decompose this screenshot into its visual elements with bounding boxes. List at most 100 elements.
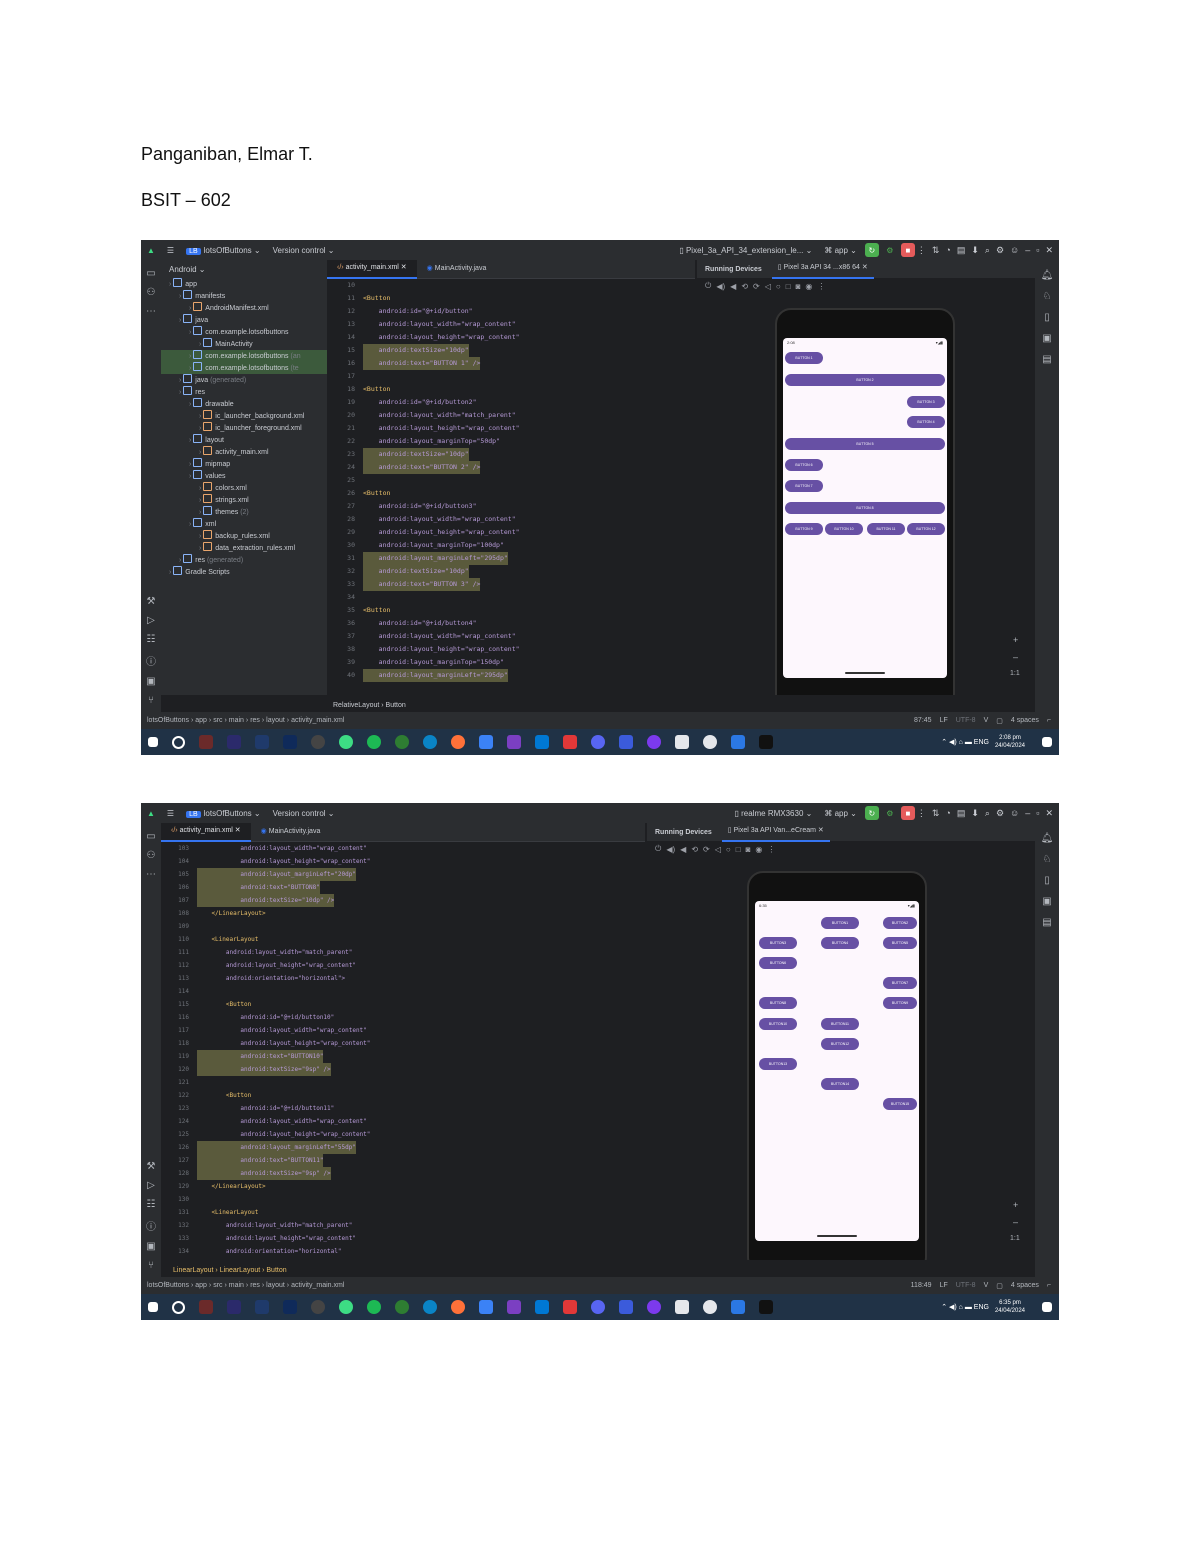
stop-icon[interactable]: ■ — [900, 243, 915, 257]
maximize-icon[interactable]: ▫ — [1036, 245, 1039, 256]
tree-item[interactable]: › com.example.lotsofbuttons — [161, 326, 327, 338]
emulator-button[interactable]: BUTTON 5 — [785, 438, 945, 450]
emulator-button[interactable]: BUTTON5 — [883, 937, 917, 949]
windows-start-icon[interactable] — [148, 1302, 158, 1312]
premiere-icon[interactable] — [227, 1300, 241, 1314]
emulator-button[interactable]: BUTTON15 — [883, 1098, 917, 1110]
sync-icon[interactable]: ⇅ — [932, 245, 940, 256]
gradle-icon[interactable]: ♘ — [1043, 854, 1052, 865]
path-segment[interactable]: app — [195, 717, 207, 724]
power-icon[interactable]: ⏻ — [655, 844, 661, 854]
more-device-icon[interactable]: ⋮ — [767, 845, 775, 854]
rerun-icon[interactable]: ↻ — [864, 243, 879, 257]
rotate-right-icon[interactable]: ⟳ — [703, 845, 710, 854]
line-separator[interactable]: LF — [940, 1282, 948, 1289]
file-encoding[interactable]: UTF-8 — [956, 717, 976, 724]
tree-item[interactable]: › colors.xml — [161, 482, 327, 494]
project-view-selector[interactable]: Android ⌄ — [161, 260, 327, 278]
sdk-manager-icon[interactable]: ⬇ — [971, 808, 979, 819]
vim-icon[interactable]: V — [984, 1282, 989, 1289]
device-explorer-icon[interactable]: ▤ — [1042, 917, 1051, 928]
path-segment[interactable]: main — [229, 1282, 244, 1289]
code-line[interactable]: 109 — [161, 920, 645, 933]
search-icon[interactable]: ⌕ — [985, 808, 990, 819]
more-tools-icon[interactable]: ⋯ — [146, 869, 156, 880]
notification-center-icon[interactable] — [1042, 1302, 1052, 1312]
emulator-button[interactable]: BUTTON13 — [759, 1058, 797, 1070]
account-icon[interactable]: ☺ — [1010, 808, 1019, 819]
emulator-button[interactable]: BUTTON 6 — [785, 459, 823, 471]
overview-icon[interactable]: □ — [786, 282, 791, 291]
clock[interactable]: 2:08 pm 24/04/2024 — [995, 734, 1025, 750]
edge-icon[interactable] — [423, 1300, 437, 1314]
commit-tool-icon[interactable]: ⚇ — [147, 287, 156, 298]
code-line[interactable]: 133 android:layout_height="wrap_content" — [161, 1232, 645, 1245]
editor-breadcrumb[interactable]: LinearLayout › LinearLayout › Button — [167, 1264, 287, 1277]
emulator-button[interactable]: BUTTON 11 — [867, 523, 905, 535]
overview-icon[interactable]: □ — [736, 845, 741, 854]
emulator-button[interactable]: BUTTON4 — [821, 937, 859, 949]
sdk-manager-icon[interactable]: ⬇ — [971, 245, 979, 256]
minimize-icon[interactable]: – — [1025, 808, 1030, 819]
app-icon-3[interactable] — [619, 1300, 633, 1314]
path-segment[interactable]: layout — [266, 1282, 285, 1289]
code-line[interactable]: 113 android:orientation="horizontal"> — [161, 972, 645, 985]
minimize-icon[interactable]: – — [1025, 245, 1030, 256]
code-line[interactable]: 122 <Button — [161, 1089, 645, 1102]
code-line[interactable]: 26 <Button — [327, 487, 695, 500]
zoom-actual-size[interactable]: 1:1 — [1010, 670, 1020, 677]
zoom-in-icon[interactable]: + — [1013, 635, 1018, 645]
code-line[interactable]: 36 android:id="@+id/button4" — [327, 617, 695, 630]
caret-position[interactable]: 118:49 — [911, 1282, 932, 1289]
code-line[interactable]: 35 <Button — [327, 604, 695, 617]
phone-screen[interactable]: 6:35 ▾◢▮ BUTTON1 BUTTON2 BUTTON3 BUTTON4 BUTT… — [755, 901, 919, 1241]
project-tool-icon[interactable]: ▭ — [146, 831, 155, 842]
xbox-icon[interactable] — [395, 735, 409, 749]
tree-item[interactable]: › app — [161, 278, 327, 290]
emulator-button[interactable]: BUTTON 3 — [907, 396, 945, 408]
windows-start-icon[interactable] — [148, 737, 158, 747]
edge-icon[interactable] — [423, 735, 437, 749]
emulator-button[interactable]: BUTTON2 — [883, 917, 917, 929]
terminal-icon[interactable]: ▣ — [146, 1241, 155, 1252]
app-icon-2[interactable] — [563, 1300, 577, 1314]
code-editor[interactable]: ‹/› activity_main.xml ✕ ◉ MainActivity.j… — [161, 823, 645, 1260]
indent-setting[interactable]: 4 spaces — [1011, 1282, 1039, 1289]
path-segment[interactable]: layout — [266, 717, 285, 724]
firefox-icon[interactable] — [451, 735, 465, 749]
search-taskbar-icon[interactable] — [172, 1300, 185, 1314]
discord-icon[interactable] — [591, 735, 605, 749]
code-line[interactable]: 135 android:gravity="center"> — [161, 1258, 645, 1260]
android-studio-active-icon[interactable] — [703, 735, 717, 749]
emulator-button[interactable]: BUTTON11 — [821, 1018, 859, 1030]
app-icon-6[interactable] — [731, 735, 745, 749]
code-line[interactable]: 103 android:layout_width="wrap_content" — [161, 842, 645, 855]
notifications-icon[interactable]: 🔔︎ — [1041, 833, 1054, 844]
zoom-out-icon[interactable]: – — [1013, 652, 1018, 662]
tree-item[interactable]: › mipmap — [161, 458, 327, 470]
tree-item[interactable]: › AndroidManifest.xml — [161, 302, 327, 314]
path-segment[interactable]: activity_main.xml — [291, 1282, 344, 1289]
more-icon[interactable]: ⋮ — [917, 245, 926, 256]
emulator-button[interactable]: BUTTON3 — [759, 937, 797, 949]
logcat-icon[interactable]: ☷ — [147, 634, 156, 645]
more-tools-icon[interactable]: ⋯ — [146, 306, 156, 317]
more-device-icon[interactable]: ⋮ — [817, 282, 825, 291]
zoom-actual-size[interactable]: 1:1 — [1010, 1235, 1020, 1242]
read-only-icon[interactable]: ⌐ — [1047, 1282, 1051, 1289]
tree-item[interactable]: › drawable — [161, 398, 327, 410]
app-icon-4[interactable] — [647, 735, 661, 749]
tab-main-activity-java[interactable]: ◉ MainActivity.java — [417, 260, 497, 278]
tree-item[interactable]: › values — [161, 470, 327, 482]
code-line[interactable]: 39 android:layout_marginTop="150dp" — [327, 656, 695, 669]
app-icon-4[interactable] — [647, 1300, 661, 1314]
back-icon[interactable]: ◁ — [765, 282, 771, 291]
spotify-icon[interactable] — [367, 1300, 381, 1314]
emulator-button[interactable]: BUTTON 9 — [785, 523, 823, 535]
volume-up-icon[interactable]: ◀) — [666, 845, 675, 854]
code-line[interactable]: 25 — [327, 474, 695, 487]
terminal-icon[interactable]: ▣ — [146, 676, 155, 687]
code-line[interactable]: 123 android:id="@+id/button11" — [161, 1102, 645, 1115]
code-line[interactable]: 129 </LinearLayout> — [161, 1180, 645, 1193]
code-line[interactable]: 106 android:text="BUTTON8" — [161, 881, 645, 894]
